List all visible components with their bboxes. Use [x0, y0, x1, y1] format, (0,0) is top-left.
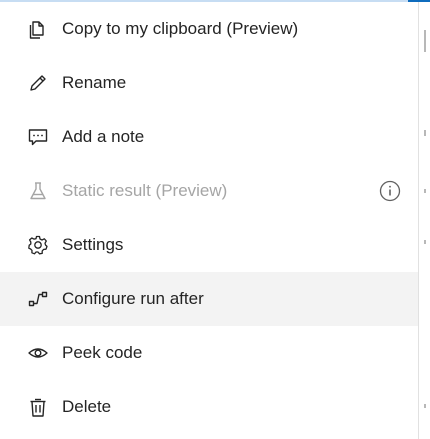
trash-icon: [27, 396, 49, 418]
copy-icon: [27, 18, 49, 40]
background-canvas-edge: [418, 2, 430, 439]
menu-item-peek-code[interactable]: Peek code: [0, 326, 418, 380]
menu-item-label: Rename: [62, 73, 127, 92]
menu-item-label: Static result (Preview): [62, 181, 228, 200]
eye-icon: [27, 342, 49, 364]
menu-item-copy-to-clipboard[interactable]: Copy to my clipboard (Preview): [0, 2, 418, 56]
context-menu: Copy to my clipboard (Preview) Rename Ad…: [0, 2, 418, 434]
menu-item-add-note[interactable]: Add a note: [0, 110, 418, 164]
menu-item-label: Delete: [62, 397, 112, 416]
menu-item-settings[interactable]: Settings: [0, 218, 418, 272]
info-icon[interactable]: [379, 180, 401, 202]
menu-item-configure-run-after[interactable]: Configure run after: [0, 272, 418, 326]
note-icon: [27, 126, 49, 148]
menu-item-rename[interactable]: Rename: [0, 56, 418, 110]
menu-item-label: Peek code: [62, 343, 143, 362]
menu-item-label: Settings: [62, 235, 124, 254]
menu-item-static-result[interactable]: Static result (Preview): [0, 164, 418, 218]
menu-item-label: Configure run after: [62, 289, 204, 308]
run-after-icon: [27, 288, 49, 310]
menu-item-label: Add a note: [62, 127, 145, 146]
pencil-icon: [27, 72, 49, 94]
gear-icon: [27, 234, 49, 256]
menu-item-delete[interactable]: Delete: [0, 380, 418, 434]
menu-item-label: Copy to my clipboard (Preview): [62, 19, 299, 38]
flask-icon: [27, 180, 49, 202]
